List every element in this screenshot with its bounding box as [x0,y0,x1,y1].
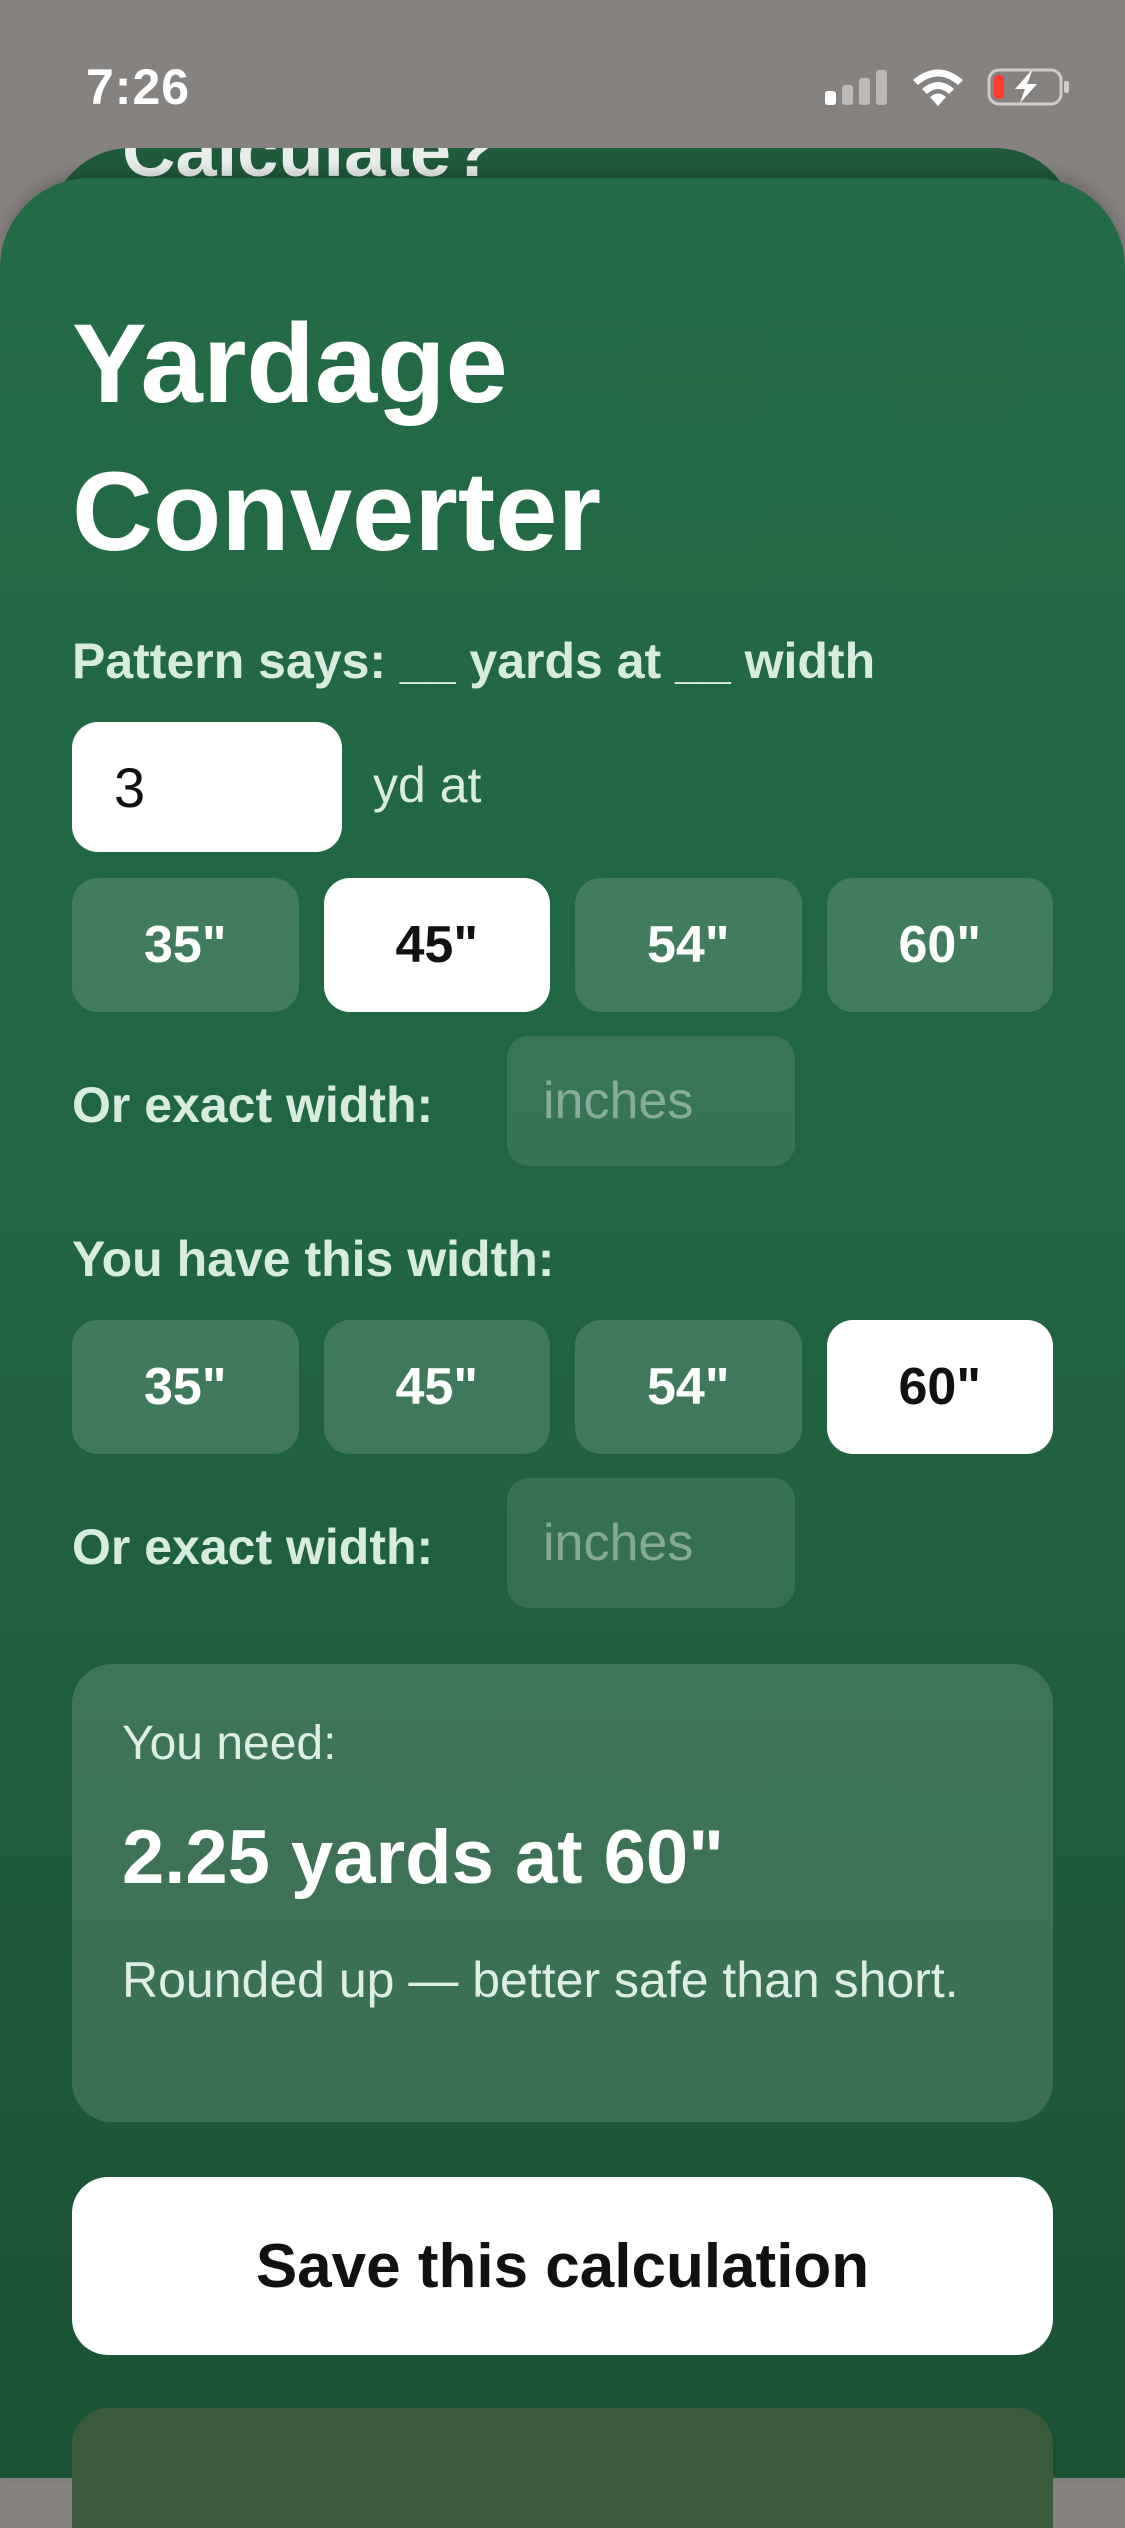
pattern-width-35-button[interactable]: 35" [72,878,299,1012]
pattern-exact-width-label: Or exact width: [72,1077,434,1133]
pattern-width-options: 35" 45" 54" 60" [72,878,1053,1012]
have-width-35-button[interactable]: 35" [72,1320,299,1454]
yardage-converter-sheet: Yardage Converter Pattern says: __ yards… [0,178,1125,2528]
have-width-54-button[interactable]: 54" [575,1320,802,1454]
have-exact-width-input[interactable] [507,1478,795,1608]
pattern-width-45-button[interactable]: 45" [323,878,550,1012]
have-width-60-button[interactable]: 60" [826,1320,1053,1454]
next-card-peek [72,2408,1053,2528]
have-width-45-button[interactable]: 45" [323,1320,550,1454]
cellular-signal-icon [825,69,889,110]
pattern-width-60-button[interactable]: 60" [826,878,1053,1012]
save-calculation-button[interactable]: Save this calculation [72,2177,1053,2355]
result-note: Rounded up — better safe than short. [122,1952,959,2008]
pattern-exact-width-input[interactable] [507,1036,795,1166]
pattern-width-54-button[interactable]: 54" [575,878,802,1012]
result-value: 2.25 yards at 60" [122,1815,725,1900]
have-width-label: You have this width: [72,1231,555,1287]
yards-input[interactable] [72,722,342,852]
page-title: Yardage Converter [72,301,602,574]
result-label: You need: [122,1717,337,1770]
status-icons [825,64,1071,114]
pattern-says-label: Pattern says: __ yards at __ width [72,633,876,689]
status-time: 7:26 [86,59,191,115]
have-exact-width-label: Or exact width: [72,1519,434,1575]
yards-unit-label: yd at [373,757,482,813]
wifi-icon [911,67,965,112]
battery-charging-icon [987,67,1071,112]
have-width-options: 35" 45" 54" 60" [72,1320,1053,1454]
status-bar: 7:26 [0,0,1125,150]
result-card: You need: 2.25 yards at 60" Rounded up —… [72,1664,1053,2122]
